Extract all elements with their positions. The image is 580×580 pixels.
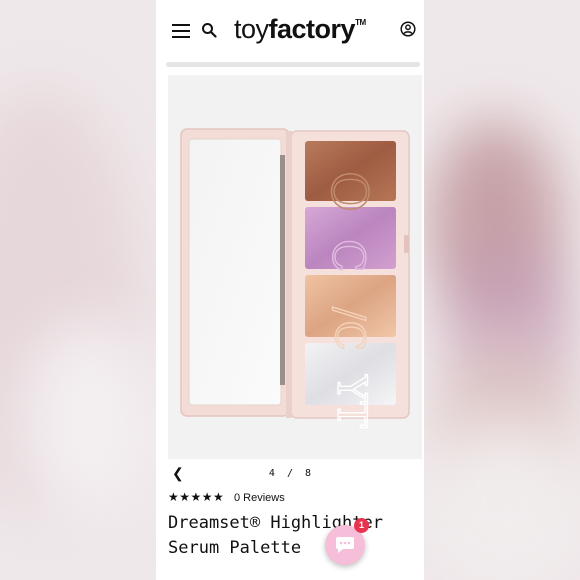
svg-text:C: C (322, 239, 373, 273)
site-logo[interactable]: toyfactoryTM (234, 12, 366, 46)
phone-screenshot: toyfactoryTM O C /C YT ❮ 4 / 8 ★★★★★ 0 R… (156, 0, 424, 580)
star-rating: ★★★★★ (168, 490, 225, 504)
header-divider (166, 62, 420, 67)
search-icon[interactable] (201, 22, 217, 38)
reviews-link[interactable]: 0 Reviews (234, 492, 285, 504)
notification-badge: 1 (354, 518, 369, 533)
site-header: toyfactoryTM (156, 0, 424, 64)
hamburger-menu-icon[interactable] (172, 24, 190, 38)
product-title: Dreamset® Highlighter Serum Palette (168, 513, 383, 558)
product-image-gallery[interactable]: O C /C YT (168, 75, 422, 459)
page-counter: 4 / 8 (268, 468, 312, 479)
user-account-icon[interactable] (400, 21, 416, 37)
chat-bubble-icon (336, 537, 354, 553)
svg-text:YT: YT (328, 374, 374, 428)
svg-text:/C: /C (326, 307, 372, 351)
gallery-pager: ❮ 4 / 8 (156, 462, 424, 484)
svg-text:O: O (320, 171, 378, 212)
product-image: O C /C YT (180, 128, 410, 429)
